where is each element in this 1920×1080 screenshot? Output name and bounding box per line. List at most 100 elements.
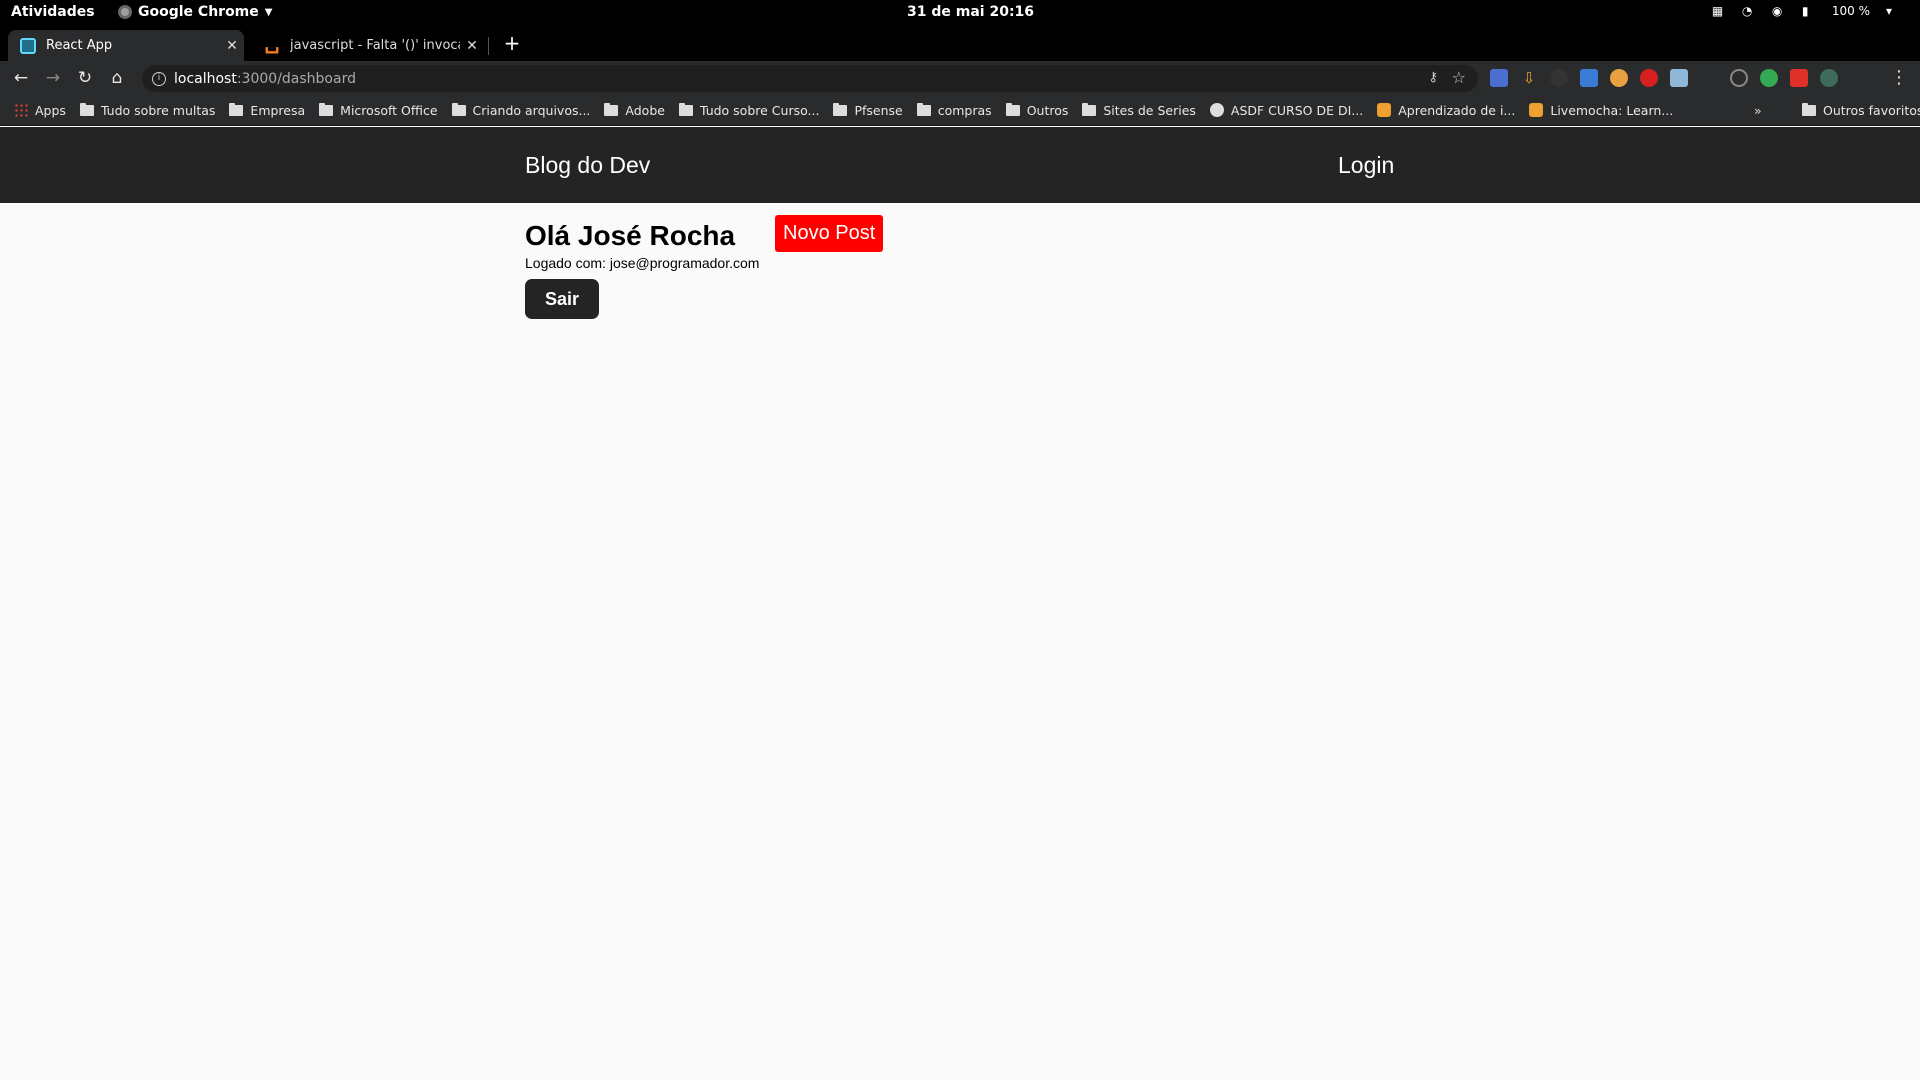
bookmark-label: Adobe [625, 102, 665, 118]
close-tab-icon[interactable]: ✕ [220, 38, 244, 54]
reload-icon[interactable]: ↻ [74, 67, 96, 89]
app-menu-label: Google Chrome [138, 4, 259, 20]
apps-grid-icon [14, 103, 28, 117]
circle-extension-icon[interactable] [1730, 69, 1748, 87]
bookmark-label: Outros favoritos [1823, 102, 1920, 118]
bookmark-folder[interactable]: Criando arquivos... [451, 102, 591, 118]
bookmark-folder[interactable]: Adobe [604, 102, 665, 118]
bookmark-folder[interactable]: Microsoft Office [319, 102, 438, 118]
bookmark-link[interactable]: Livemocha: Learn... [1529, 103, 1673, 118]
bookmark-folder[interactable]: Outros [1005, 102, 1069, 118]
bookmark-label: Aprendizado de i... [1398, 102, 1516, 118]
tab-divider [488, 37, 489, 55]
activities-button[interactable]: Atividades [11, 4, 95, 20]
bookmark-label: Outros [1026, 102, 1069, 118]
image-extension-icon[interactable] [1670, 69, 1688, 87]
layout-icon[interactable]: ▦ [1712, 4, 1726, 18]
folder-icon [1005, 102, 1020, 116]
back-icon[interactable]: ← [10, 67, 32, 89]
bookmark-label: ASDF CURSO DE DI... [1230, 102, 1364, 118]
bookmark-folder[interactable]: Tudo sobre Curso... [678, 102, 820, 118]
bookmark-folder[interactable]: Sites de Series [1082, 102, 1196, 118]
bookmark-star-icon[interactable]: ☆ [1452, 68, 1466, 87]
tab-stackoverflow[interactable]: javascript - Falta '()' invocand ✕ [252, 30, 484, 61]
grid-extension-icon[interactable] [1580, 69, 1598, 87]
blank-extension-icon[interactable] [1700, 69, 1718, 87]
red-extension-icon[interactable] [1790, 69, 1808, 87]
system-tray[interactable]: ▦ ◔ ◉ ▮ 100 % ▾ [1712, 4, 1892, 18]
download-extension-icon[interactable]: ⇩ [1520, 69, 1538, 87]
bookmark-label: Criando arquivos... [472, 102, 591, 118]
folder-icon [79, 102, 94, 116]
login-link[interactable]: Login [1338, 152, 1394, 179]
bookmark-folder[interactable]: Tudo sobre multas [79, 102, 216, 118]
url-host: localhost [174, 70, 237, 87]
bookmarks-bar: Apps Tudo sobre multas Empresa Microsoft… [0, 95, 1920, 126]
adblock-icon[interactable] [1640, 69, 1658, 87]
site-header: Blog do Dev Login [0, 127, 1920, 203]
bookmark-label: Apps [35, 102, 66, 118]
address-bar[interactable]: i localhost:3000/dashboard ⚷ ☆ [142, 65, 1478, 92]
dark-extension-icon[interactable] [1550, 69, 1568, 87]
tab-react-app[interactable]: React App ✕ [8, 30, 244, 61]
tab-title: javascript - Falta '()' invocand [290, 38, 460, 53]
greeting-heading: Olá José Rocha [525, 220, 736, 251]
colorful-extension-icon[interactable] [1610, 69, 1628, 87]
folder-icon [1082, 102, 1097, 116]
site-info-icon[interactable]: i [152, 71, 166, 86]
bookmark-folder[interactable]: compras [916, 102, 992, 118]
close-tab-icon[interactable]: ✕ [460, 38, 484, 54]
bookmark-label: Microsoft Office [340, 102, 438, 118]
tab-title: React App [46, 38, 113, 53]
folder-icon [604, 102, 619, 116]
bookmark-label: Sites de Series [1103, 102, 1196, 118]
bookmark-apps[interactable]: Apps [14, 103, 66, 118]
globe-icon [1209, 103, 1224, 117]
url-path: :3000/dashboard [236, 70, 356, 87]
brand-link[interactable]: Blog do Dev [525, 152, 650, 179]
folder-icon [833, 102, 848, 116]
translate-extension-icon[interactable] [1490, 69, 1508, 87]
home-icon[interactable]: ⌂ [106, 67, 128, 89]
other-bookmarks[interactable]: Outros favoritos [1802, 102, 1920, 118]
react-favicon-icon [20, 37, 36, 54]
logged-user-email: Logado com: jose@programador.com [525, 255, 760, 271]
chrome-icon [118, 5, 132, 19]
navigation-toolbar: ← → ↻ ⌂ i localhost:3000/dashboard ⚷ ☆ ⇩… [0, 61, 1920, 95]
bookmark-link[interactable]: ASDF CURSO DE DI... [1209, 102, 1364, 118]
system-top-bar: Atividades Google Chrome ▼ 31 de mai 20:… [0, 0, 1920, 25]
bookmark-label: Tudo sobre Curso... [699, 102, 820, 118]
chrome-extension-icon[interactable] [1760, 69, 1778, 87]
bookmark-folder[interactable]: Empresa [229, 102, 306, 118]
bookmark-label: Livemocha: Learn... [1550, 102, 1674, 118]
wifi-icon: ◔ [1741, 4, 1753, 18]
app-menu[interactable]: Google Chrome ▼ [118, 4, 272, 20]
new-post-button[interactable]: Novo Post [775, 215, 884, 252]
new-tab-icon[interactable]: + [500, 31, 524, 55]
battery-icon: ▮ [1801, 4, 1809, 18]
bookmarks-overflow-button[interactable]: » [1754, 103, 1762, 118]
tray-caret-icon: ▾ [1885, 4, 1892, 18]
extensions-area: ⇩ [1490, 69, 1838, 87]
bookmark-label: compras [937, 102, 992, 118]
folder-icon [451, 102, 466, 116]
folder-icon [319, 102, 334, 116]
clock[interactable]: 31 de mai 20:16 [907, 4, 1034, 20]
forward-icon[interactable]: → [42, 67, 64, 89]
volume-icon: ◉ [1771, 4, 1783, 18]
bookmark-label: Pfsense [854, 102, 903, 118]
bookmark-label: Tudo sobre multas [100, 102, 216, 118]
bookmark-folder[interactable]: Pfsense [833, 102, 903, 118]
livemocha-icon [1529, 103, 1544, 117]
more-menu-icon[interactable]: ⋮ [1890, 67, 1908, 88]
tab-strip: React App ✕ javascript - Falta '()' invo… [0, 25, 1920, 61]
folder-icon [1802, 102, 1816, 116]
livemocha-icon [1377, 103, 1392, 117]
logout-button[interactable]: Sair [525, 279, 599, 319]
key-icon[interactable]: ⚷ [1428, 70, 1438, 85]
bookmark-link[interactable]: Aprendizado de i... [1377, 103, 1515, 118]
dashboard-info: Olá José Rocha Logado com: jose@programa… [525, 219, 759, 271]
bookmark-label: Empresa [250, 102, 306, 118]
profile-avatar[interactable] [1820, 69, 1838, 87]
folder-icon [229, 102, 244, 116]
